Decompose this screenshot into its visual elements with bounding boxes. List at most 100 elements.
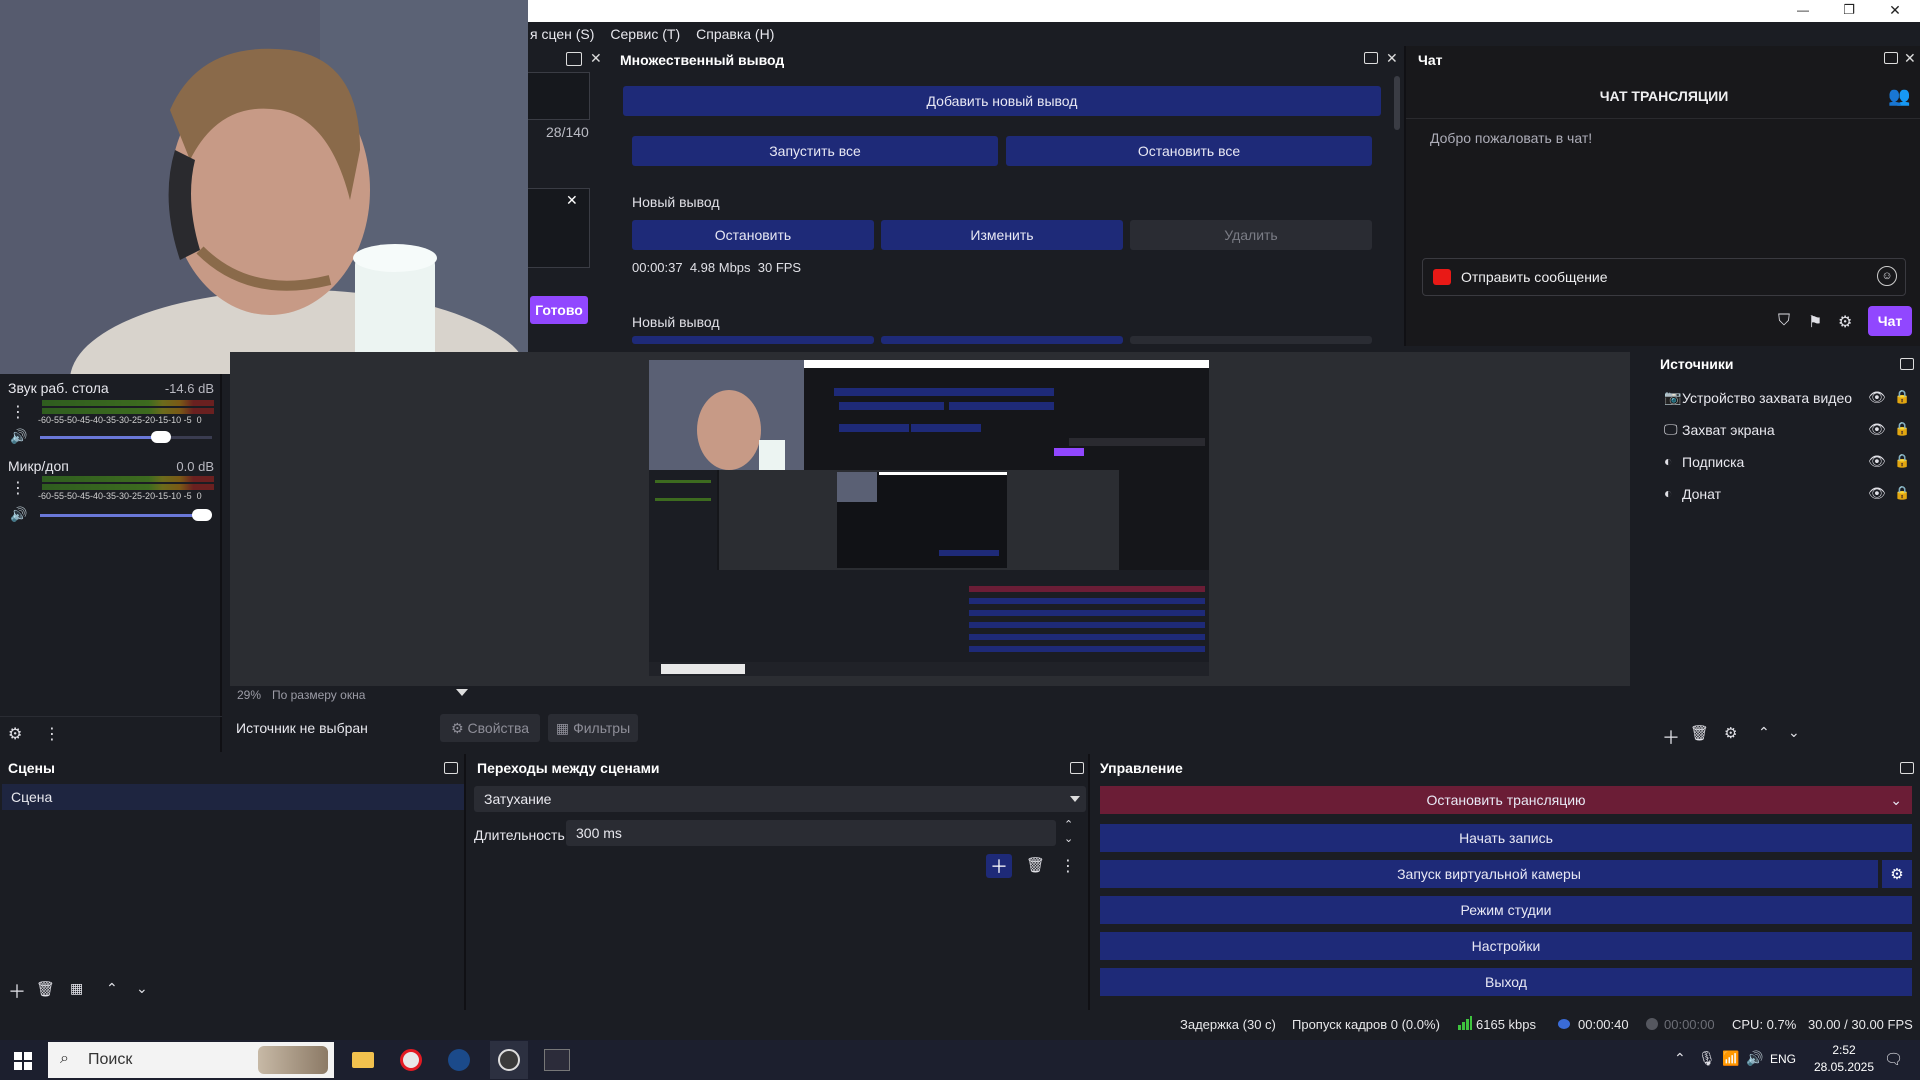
output2-button-3[interactable] [1130,336,1372,344]
points-icon[interactable]: ⚑ [1808,312,1822,332]
properties-button[interactable]: ⚙ Свойства [440,714,540,742]
multi-output-undock-icon[interactable] [1364,52,1378,64]
file-explorer-icon[interactable] [344,1041,382,1079]
chat-users-icon[interactable]: 👥 [1888,86,1910,107]
studio-mode-button[interactable]: Режим студии [1100,896,1912,924]
app-taskbar-icon[interactable] [538,1041,576,1079]
eye-icon[interactable]: 👁 [1868,389,1886,406]
preview-scale-mode[interactable]: По размеру окна [272,688,365,702]
lock-icon[interactable]: 🔒 [1894,485,1910,501]
eye-icon[interactable]: 👁 [1868,421,1886,438]
transition-select[interactable]: Затухание [474,786,1086,812]
eye-icon[interactable]: 👁 [1868,453,1886,470]
multi-output-scrollbar[interactable] [1394,76,1400,130]
start-all-button[interactable]: Запустить все [632,136,998,166]
left-dock-field[interactable] [528,72,590,120]
virtual-camera-settings-button[interactable]: ⚙ [1882,860,1912,888]
start-record-button[interactable]: Начать запись [1100,824,1912,852]
virtual-camera-button[interactable]: Запуск виртуальной камеры [1100,860,1878,888]
output2-button-2[interactable] [881,336,1123,344]
add-transition-button[interactable]: ＋ [986,854,1012,878]
multi-output-close-icon[interactable]: ✕ [1386,50,1398,67]
chat-settings-icon[interactable]: ⚙ [1838,312,1852,332]
remove-transition-icon[interactable]: 🗑 [1026,856,1045,874]
steam-icon[interactable] [440,1041,478,1079]
remove-scene-icon[interactable]: 🗑 [36,980,55,998]
exit-button[interactable]: Выход [1100,968,1912,996]
notification-icon[interactable]: 🗨 [1884,1050,1903,1068]
output2-button-1[interactable] [632,336,874,344]
close-window-button[interactable]: ✕ [1884,0,1906,20]
scene-up-icon[interactable]: ⌃ [106,980,118,997]
spin-up-icon[interactable]: ⌃ [1064,818,1073,831]
close-field-icon[interactable]: ✕ [566,192,578,209]
chevron-down-icon[interactable] [456,689,468,696]
chat-close-icon[interactable]: ✕ [1904,50,1916,67]
undock-icon[interactable] [566,52,582,66]
duration-spinbox[interactable]: 300 ms [566,820,1056,846]
chat-camera-icon[interactable] [1433,269,1451,285]
stop-all-button[interactable]: Остановить все [1006,136,1372,166]
add-scene-icon[interactable]: ＋ [8,978,26,1004]
stop-stream-button[interactable]: Остановить трансляцию ⌄ [1100,786,1912,814]
program-canvas[interactable] [649,360,1209,676]
chat-undock-icon[interactable] [1884,52,1898,64]
menu-help[interactable]: Справка (H) [696,26,774,42]
tray-chevron-icon[interactable]: ⌃ [1674,1050,1686,1067]
transitions-undock-icon[interactable] [1070,762,1084,774]
volume-slider[interactable] [150,431,171,443]
minimize-button[interactable]: — [1792,0,1814,20]
browser-taskbar-icon[interactable] [392,1041,430,1079]
output1-delete-button[interactable]: Удалить [1130,220,1372,250]
close-icon[interactable]: ✕ [590,50,602,67]
controls-undock-icon[interactable] [1900,762,1914,774]
lock-icon[interactable]: 🔒 [1894,453,1910,469]
output1-stop-button[interactable]: Остановить [632,220,874,250]
scenes-undock-icon[interactable] [444,762,458,774]
eye-icon[interactable]: 👁 [1868,485,1886,502]
restore-button[interactable]: ❐ [1838,0,1860,20]
left-dock-field-2[interactable] [528,188,590,268]
windows-start-icon[interactable] [14,1052,32,1070]
lock-icon[interactable]: 🔒 [1894,389,1910,405]
spin-down-icon[interactable]: ⌄ [1064,832,1073,845]
clock-time[interactable]: 2:52 [1814,1043,1874,1057]
obs-taskbar-icon[interactable] [490,1041,528,1079]
add-output-button[interactable]: Добавить новый вывод [623,86,1381,116]
add-source-icon[interactable]: ＋ [1662,724,1680,750]
network-icon[interactable]: 📶 [1722,1050,1739,1067]
volume-icon[interactable]: 🔊 [1746,1050,1763,1067]
scene-filter-icon[interactable]: ▦ [70,980,83,997]
advanced-audio-icon[interactable]: ⚙ [8,724,22,744]
shield-icon[interactable]: ⛉ [1778,312,1790,330]
source-item[interactable]: ◐ Донат 👁 🔒 [1662,480,1916,508]
emote-icon[interactable]: ☺ [1877,266,1897,286]
done-button[interactable]: Готово [530,296,588,324]
taskbar-search[interactable]: ⌕ Поиск [48,1042,334,1078]
remove-source-icon[interactable]: 🗑 [1690,724,1709,742]
output1-edit-button[interactable]: Изменить [881,220,1123,250]
transition-menu-icon[interactable]: ⋮ [1060,856,1076,876]
microphone-icon[interactable]: 🎙 [1698,1050,1716,1067]
chat-send-button[interactable]: Чат [1868,306,1912,336]
move-up-icon[interactable]: ⌃ [1758,724,1770,741]
menu-scene-collection[interactable]: я сцен (S) [530,26,594,42]
filters-button[interactable]: ▦ Фильтры [548,714,638,742]
clock-date[interactable]: 28.05.2025 [1810,1060,1878,1074]
speaker-icon[interactable]: 🔊 [10,428,27,445]
source-item[interactable]: 🖵 Захват экрана 👁 🔒 [1662,416,1916,444]
language-indicator[interactable]: ENG [1770,1052,1796,1066]
menu-tools[interactable]: Сервис (T) [610,26,680,42]
mixer-options-icon[interactable]: ⋮ [10,402,26,422]
speaker-icon[interactable]: 🔊 [10,506,27,523]
chevron-down-icon[interactable]: ⌄ [1890,792,1902,809]
source-item[interactable]: 📷 Устройство захвата видео 👁 🔒 [1662,384,1916,412]
mixer-menu-icon[interactable]: ⋮ [44,724,60,744]
source-properties-icon[interactable]: ⚙ [1724,724,1737,742]
lock-icon[interactable]: 🔒 [1894,421,1910,437]
sources-undock-icon[interactable] [1900,358,1914,370]
scene-down-icon[interactable]: ⌄ [136,980,148,997]
mixer-options-icon[interactable]: ⋮ [10,478,26,498]
move-down-icon[interactable]: ⌄ [1788,724,1800,741]
source-item[interactable]: ◐ Подписка 👁 🔒 [1662,448,1916,476]
